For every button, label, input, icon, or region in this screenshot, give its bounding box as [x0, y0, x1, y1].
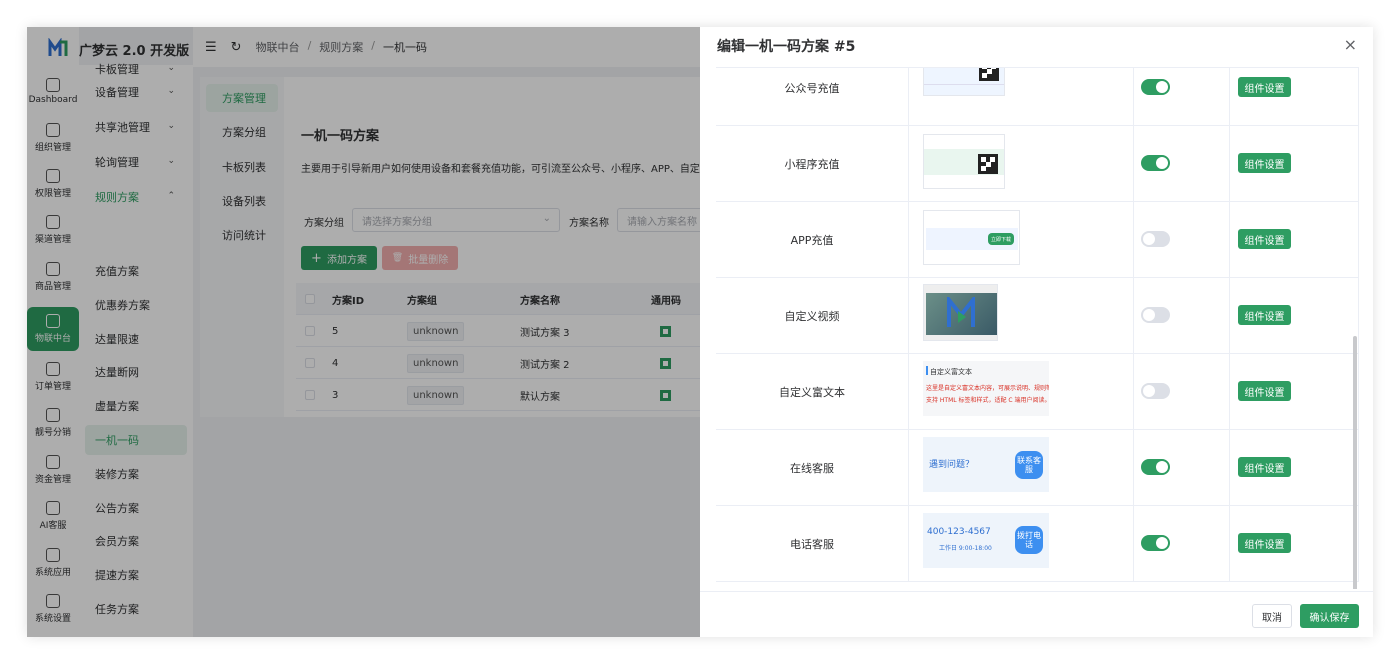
component-settings-button[interactable]: 组件设置 [1238, 381, 1291, 401]
component-preview: 立即下载 [909, 202, 1134, 278]
rich-text-title: 自定义富文本 [930, 368, 972, 376]
component-row: 公众号充值 组件设置 [716, 68, 1359, 126]
component-preview: 400-123-4567 工作日 9:00-18:00 拨打电话 [909, 506, 1134, 582]
component-toggle[interactable] [1141, 231, 1170, 247]
component-row: 电话客服 400-123-4567 工作日 9:00-18:00 拨打电话 组件设置 [716, 506, 1359, 582]
component-preview [909, 68, 1134, 126]
drawer-body: 电话客服 400-123-4567 工作日 9:00-18:00 拨打电话 组件设置 在线… [716, 67, 1359, 589]
component-preview [909, 126, 1134, 202]
call-phone-pill: 拨打电话 [1015, 526, 1043, 554]
component-toggle[interactable] [1141, 155, 1170, 171]
phone-hours: 工作日 9:00-18:00 [939, 545, 992, 552]
online-service-preview-image: 遇到问题？ 联系客服 [923, 437, 1049, 492]
component-row: 自定义视频 组件设置 [716, 278, 1359, 354]
video-preview-image [923, 284, 998, 341]
contact-service-pill: 联系客服 [1015, 451, 1043, 479]
component-settings-button[interactable]: 组件设置 [1238, 153, 1291, 173]
component-preview: 遇到问题？ 联系客服 [909, 430, 1134, 506]
rich-text-preview-image: 自定义富文本这里是自定义富文本内容，可展示说明、规则等， 支持 HTML 标签和样… [923, 361, 1049, 416]
component-toggle[interactable] [1141, 307, 1170, 323]
save-button[interactable]: 确认保存 [1300, 604, 1359, 628]
component-name: 自定义富文本 [716, 354, 909, 430]
component-settings-button[interactable]: 组件设置 [1238, 457, 1291, 477]
component-name: 小程序充值 [716, 126, 909, 202]
component-row: 自定义富文本 自定义富文本 这里是自定义富文本内容，可展示说明、规则等， 支持 HTM… [716, 354, 1359, 430]
component-row: APP充值 立即下载 组件设置 [716, 202, 1359, 278]
cancel-button[interactable]: 取消 [1252, 604, 1292, 628]
component-row: 小程序充值 组件设置 [716, 126, 1359, 202]
component-settings-button[interactable]: 组件设置 [1238, 77, 1291, 97]
component-name: 电话客服 [716, 506, 909, 582]
miniapp-preview-image [923, 134, 1005, 189]
component-toggle[interactable] [1141, 383, 1170, 399]
drawer-footer: 取消 确认保存 [700, 591, 1373, 637]
component-toggle[interactable] [1141, 535, 1170, 551]
component-settings-button[interactable]: 组件设置 [1238, 229, 1291, 249]
component-row: 在线客服 遇到问题？ 联系客服 组件设置 [716, 430, 1359, 506]
component-preview [909, 278, 1134, 354]
component-name: 自定义视频 [716, 278, 909, 354]
phone-number: 400-123-4567 [927, 527, 991, 537]
edit-drawer: 编辑一机一码方案 #5 × 电话客服 400-123-4567 工作日 9:00-1… [700, 27, 1373, 637]
drawer-title: 编辑一机一码方案 #5 [717, 39, 856, 55]
drawer-scrollbar[interactable] [1353, 336, 1357, 589]
close-icon[interactable]: × [1344, 35, 1357, 54]
component-name: APP充值 [716, 202, 909, 278]
component-name: 在线客服 [716, 430, 909, 506]
rich-text-line: 支持 HTML 标签和样式，适配 C 端用户阅读。 [926, 397, 1049, 404]
rich-text-line: 这里是自定义富文本内容，可展示说明、规则等， [926, 385, 1049, 392]
app-window: 广梦云 2.0 开发版 Dashboard 组织管理 权限管理 渠道管理 商品管理 物联中… [27, 27, 1373, 637]
wechat-preview-image [923, 68, 1005, 96]
component-toggle[interactable] [1141, 459, 1170, 475]
component-preview: 自定义富文本这里是自定义富文本内容，可展示说明、规则等， 支持 HTML 标签和样… [909, 354, 1134, 430]
online-service-text: 遇到问题？ [929, 460, 975, 470]
component-settings-button[interactable]: 组件设置 [1238, 305, 1291, 325]
component-settings-button[interactable]: 组件设置 [1238, 533, 1291, 553]
component-name: 公众号充值 [716, 68, 909, 126]
component-toggle[interactable] [1141, 79, 1170, 95]
phone-service-preview-image: 400-123-4567 工作日 9:00-18:00 拨打电话 [923, 513, 1049, 568]
app-download-button: 立即下载 [988, 233, 1014, 245]
app-preview-image: 立即下载 [923, 210, 1020, 265]
